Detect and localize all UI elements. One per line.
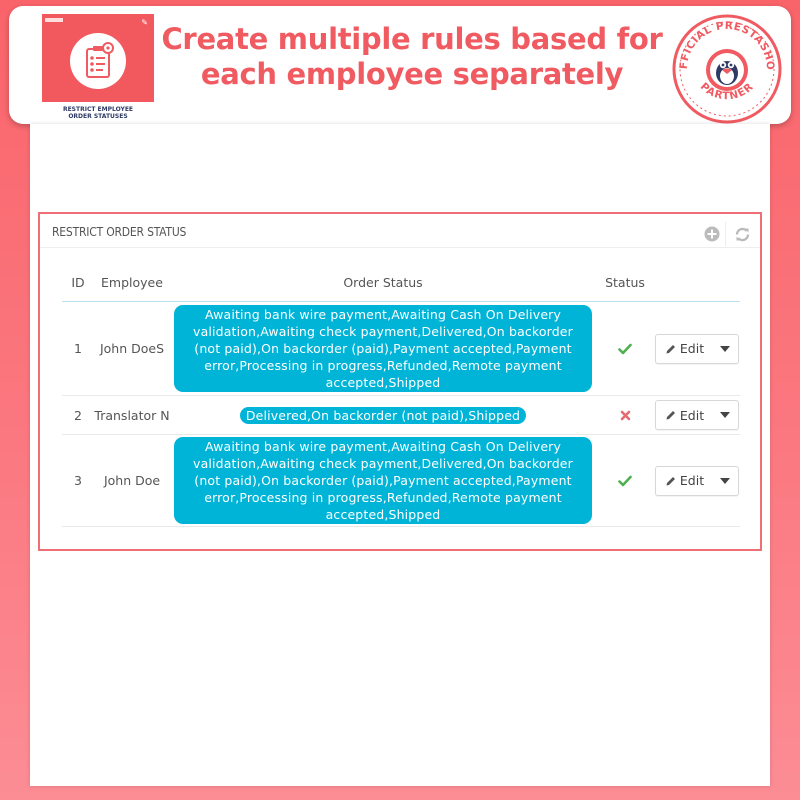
edit-button[interactable]: Edit	[656, 335, 712, 363]
thumb-mark-icon: ✎	[141, 18, 148, 27]
promo-banner: ✎ RESTRICT EMPLOYEE ORDER STATUSES Creat…	[9, 6, 791, 124]
caret-down-icon	[720, 345, 731, 352]
table-row: 3 John Doe Awaiting bank wire payment,Aw…	[62, 435, 740, 527]
actions-dropdown-toggle[interactable]	[712, 335, 738, 363]
caret-down-icon	[720, 477, 731, 484]
headline-line2: each employee separately	[200, 57, 624, 91]
admin-page: RESTRICT ORDER STATUS ID Employee Order …	[30, 124, 770, 786]
row-status-cell[interactable]	[596, 435, 654, 526]
cross-icon[interactable]	[620, 410, 631, 421]
actions-dropdown-toggle[interactable]	[712, 401, 738, 429]
row-order-status-cell: Awaiting bank wire payment,Awaiting Cash…	[170, 302, 596, 395]
panel-title: RESTRICT ORDER STATUS	[52, 225, 187, 239]
edit-label: Edit	[679, 407, 705, 423]
row-employee: Translator N	[94, 407, 170, 423]
pencil-icon	[666, 344, 675, 353]
product-thumbnail: ✎ RESTRICT EMPLOYEE ORDER STATUSES	[42, 14, 154, 124]
header-status: Status	[605, 274, 645, 290]
table-row: 2 Translator N Delivered,On backorder (n…	[62, 396, 740, 435]
edit-button-group: Edit	[654, 400, 740, 430]
refresh-button[interactable]	[728, 222, 756, 246]
row-status-cell[interactable]	[596, 396, 654, 434]
row-id: 1	[74, 341, 82, 356]
order-status-badge: Awaiting bank wire payment,Awaiting Cash…	[174, 305, 592, 392]
edit-button-group: Edit	[654, 465, 740, 496]
thumb-caption-line1: RESTRICT EMPLOYEE	[62, 106, 134, 113]
table-row: 1 John DoeS Awaiting bank wire payment,A…	[62, 302, 740, 396]
row-order-status-cell: Delivered,On backorder (not paid),Shippe…	[170, 396, 596, 434]
pencil-icon	[666, 411, 675, 420]
row-actions: Edit	[654, 435, 740, 526]
header-order-status: Order Status	[343, 274, 423, 290]
row-order-status-cell: Awaiting bank wire payment,Awaiting Cash…	[170, 435, 596, 526]
clipboard-gear-icon	[86, 42, 114, 78]
edit-button[interactable]: Edit	[656, 401, 712, 429]
add-new-button[interactable]	[698, 222, 726, 246]
headline-line1: Create multiple rules based for	[161, 22, 663, 56]
row-id: 3	[74, 473, 82, 488]
row-employee: John Doe	[103, 473, 161, 488]
order-status-badge: Awaiting bank wire payment,Awaiting Cash…	[174, 437, 592, 524]
thumb-logo	[45, 18, 63, 22]
edit-button[interactable]: Edit	[656, 467, 712, 495]
row-actions: Edit	[654, 302, 740, 395]
restrict-order-status-panel: RESTRICT ORDER STATUS ID Employee Order …	[38, 212, 762, 551]
edit-button-group: Edit	[654, 333, 740, 364]
row-actions: Edit	[654, 396, 740, 434]
edit-label: Edit	[679, 341, 705, 356]
order-status-badge: Delivered,On backorder (not paid),Shippe…	[239, 406, 527, 424]
check-icon[interactable]	[618, 343, 632, 355]
prestashop-partner-seal: OFFICIAL PRESTASHOP PARTNER	[671, 13, 782, 124]
row-id: 2	[74, 407, 82, 423]
header-employee: Employee	[101, 274, 163, 290]
header-id: ID	[71, 274, 85, 290]
thumb-caption: RESTRICT EMPLOYEE ORDER STATUSES	[42, 102, 154, 124]
puffin-mascot-icon	[706, 49, 748, 91]
refresh-icon	[735, 227, 749, 241]
actions-dropdown-toggle[interactable]	[712, 467, 738, 495]
panel-header: RESTRICT ORDER STATUS	[40, 214, 760, 248]
plus-circle-icon	[704, 226, 719, 242]
caret-down-icon	[720, 412, 731, 418]
thumb-clipboard-circle	[70, 33, 126, 89]
banner-headline: Create multiple rules based for each emp…	[157, 22, 667, 92]
edit-label: Edit	[679, 473, 705, 488]
row-employee: John DoeS	[99, 341, 165, 356]
row-status-cell[interactable]	[596, 302, 654, 395]
pencil-icon	[666, 476, 675, 485]
check-icon[interactable]	[618, 475, 632, 487]
thumb-caption-line2: ORDER STATUSES	[68, 113, 128, 120]
